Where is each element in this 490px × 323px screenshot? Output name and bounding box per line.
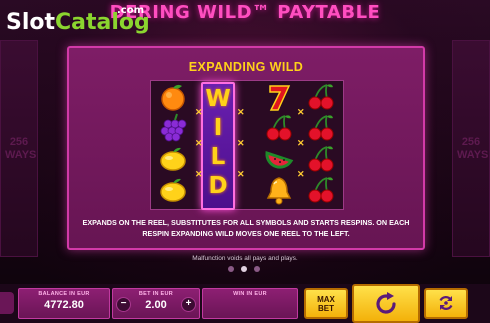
spin-arrow-icon bbox=[376, 292, 396, 314]
page-dot-1[interactable] bbox=[228, 266, 234, 272]
cherry-icon bbox=[308, 146, 334, 172]
wild-letter-l: L bbox=[210, 144, 226, 170]
bet-label: BET IN EUR bbox=[138, 291, 174, 297]
max-bet-line-1: MAX bbox=[317, 295, 335, 304]
cross-marker-icon: ✕ bbox=[195, 138, 203, 148]
cherry-icon bbox=[308, 177, 334, 203]
expanding-wild-description: EXPANDS ON THE REEL, SUBSTITUTES FOR ALL… bbox=[82, 218, 410, 238]
ways-label-right: 256 WAYS bbox=[457, 136, 489, 161]
lemon-icon bbox=[160, 178, 186, 202]
autoplay-icon bbox=[439, 296, 453, 310]
bet-decrease-button[interactable]: − bbox=[116, 297, 131, 312]
watermelon-icon bbox=[265, 150, 294, 169]
wild-letter-w: W bbox=[205, 86, 231, 112]
balance-display: BALANCE IN EUR 4772.80 bbox=[18, 288, 110, 319]
spin-button[interactable] bbox=[352, 284, 420, 323]
wild-letter-i: I bbox=[213, 115, 223, 141]
cross-marker-icon: ✕ bbox=[297, 107, 305, 117]
cherry-icon bbox=[308, 115, 334, 141]
page-indicator bbox=[228, 266, 268, 274]
win-display: WIN IN EUR bbox=[202, 288, 298, 319]
balance-label: BALANCE IN EUR bbox=[38, 291, 90, 297]
left-reel-frame: 256 WAYS bbox=[0, 40, 38, 257]
ways-label-left: 256 WAYS bbox=[5, 136, 37, 161]
expanding-wild-title: EXPANDING WILD bbox=[188, 60, 304, 74]
logo-domain-text: .com bbox=[117, 5, 145, 16]
cross-marker-icon: ✕ bbox=[195, 169, 203, 179]
cherry-icon bbox=[308, 84, 334, 110]
logo-slot-text: Slot bbox=[6, 10, 56, 35]
cross-marker-icon: ✕ bbox=[297, 169, 305, 179]
wild-letter-d: D bbox=[208, 173, 228, 199]
cross-marker-icon: ✕ bbox=[237, 138, 245, 148]
seven-icon bbox=[269, 85, 291, 111]
balance-value: 4772.80 bbox=[44, 299, 84, 311]
page-dot-2[interactable] bbox=[241, 266, 247, 272]
max-bet-button[interactable]: MAX BET bbox=[304, 288, 348, 319]
paytable-panel: EXPANDING WILD W I L D ✕ ✕ ✕ ✕ ✕ ✕ ✕ ✕ ✕… bbox=[67, 46, 425, 250]
cross-marker-icon: ✕ bbox=[297, 138, 305, 148]
cherry-icon bbox=[266, 115, 292, 141]
bet-increase-button[interactable]: + bbox=[181, 297, 196, 312]
cross-marker-icon: ✕ bbox=[237, 169, 245, 179]
bell-icon bbox=[266, 177, 292, 205]
bet-display: BET IN EUR 2.00 − + bbox=[112, 288, 200, 319]
win-label: WIN IN EUR bbox=[233, 291, 267, 297]
slotcatalog-watermark-logo: SlotCatalog .com bbox=[6, 5, 150, 38]
max-bet-line-2: BET bbox=[318, 304, 334, 313]
right-reel-frame: 256 WAYS bbox=[452, 40, 490, 257]
lemon-icon bbox=[160, 147, 186, 171]
expanding-wild-reel: W I L D bbox=[201, 82, 235, 210]
cross-marker-icon: ✕ bbox=[195, 107, 203, 117]
autoplay-button[interactable] bbox=[424, 288, 468, 319]
malfunction-notice: Malfunction voids all pays and plays. bbox=[192, 255, 298, 262]
page-dot-3[interactable] bbox=[254, 266, 260, 272]
orange-icon bbox=[161, 84, 185, 111]
grapes-icon bbox=[160, 113, 187, 142]
cross-marker-icon: ✕ bbox=[237, 107, 245, 117]
symbol-grid: W I L D ✕ ✕ ✕ ✕ ✕ ✕ ✕ ✕ ✕ bbox=[150, 80, 344, 210]
home-button[interactable] bbox=[0, 292, 14, 314]
